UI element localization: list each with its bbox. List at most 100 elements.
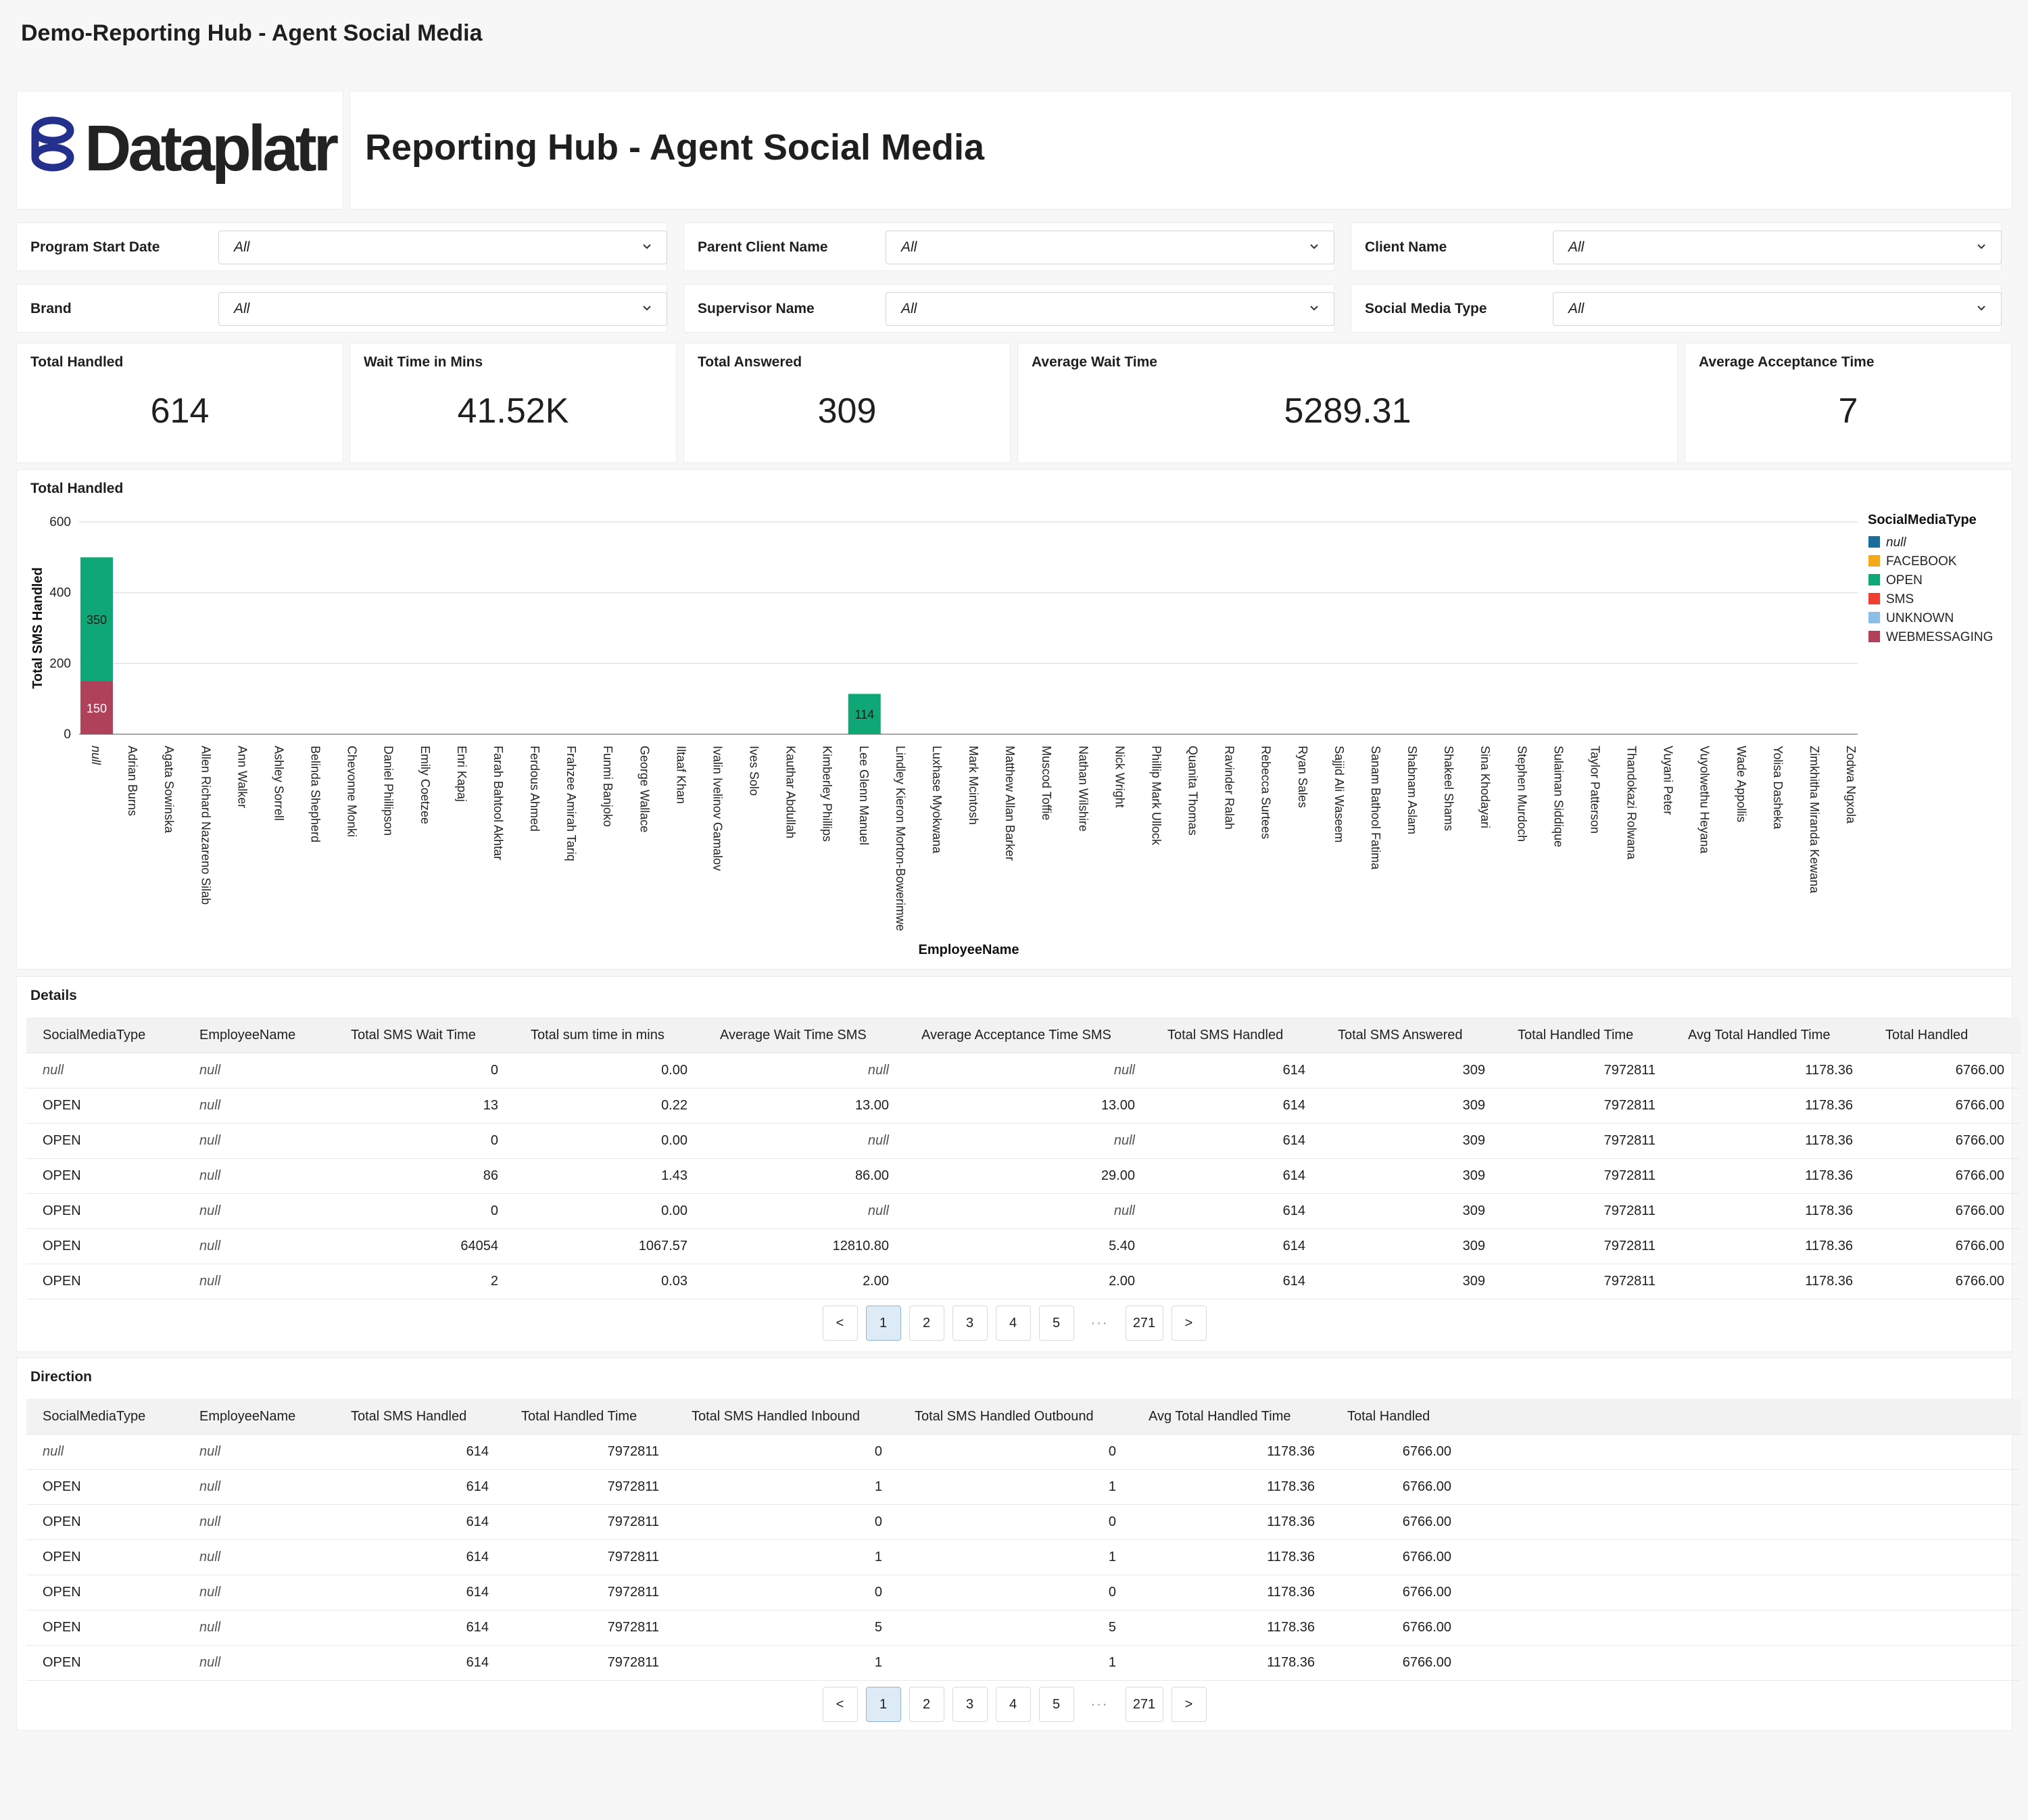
page-button-2[interactable]: 2 <box>909 1306 944 1341</box>
table-row[interactable]: OPEN null 0 0.00 null null 614 309 7972811 1178.3… <box>26 1193 2021 1229</box>
page-button-1[interactable]: 1 <box>865 1687 901 1722</box>
select-value: All <box>1568 239 1585 255</box>
brand-select[interactable]: All <box>218 292 667 326</box>
table-row[interactable]: OPEN null 614 7972811 1 1 1178.36 6766.00 <box>26 1539 2021 1575</box>
x-tick-label: Ferdous Ahmed <box>528 746 541 832</box>
x-tick-label: Enri Kapaj <box>455 746 468 802</box>
legend-label-facebook: FACEBOOK <box>1886 554 1957 569</box>
table-row[interactable]: null null 0 0.00 null null 614 309 7972811 1178.3… <box>26 1053 2021 1088</box>
column-header-socialmediatype[interactable]: SocialMediaType <box>26 1017 183 1053</box>
table-cell-total-sms-handled: 614 <box>335 1434 505 1470</box>
column-header-total-handled-time[interactable]: Total Handled Time <box>505 1399 675 1435</box>
column-header-total-sms-wait-time[interactable]: Total SMS Wait Time <box>335 1017 514 1053</box>
table-row[interactable]: OPEN null 614 7972811 1 1 1178.36 6766.00 <box>26 1469 2021 1505</box>
table-cell-socialmediatype: null <box>26 1434 183 1470</box>
program-start-date-select[interactable]: All <box>218 231 667 264</box>
supervisor-name-select[interactable]: All <box>886 292 1334 326</box>
table-cell-avg-total-handled-time: 1178.36 <box>1672 1088 1869 1124</box>
next-page-button[interactable]: > <box>1171 1687 1207 1722</box>
table-cell-avg-total-handled-time: 1178.36 <box>1132 1434 1331 1470</box>
column-header-average-acceptance-time-sms[interactable]: Average Acceptance Time SMS <box>905 1017 1151 1053</box>
page-button-5[interactable]: 5 <box>1038 1306 1074 1341</box>
x-tick-label: Sina Khodayari <box>1478 746 1492 828</box>
kpi-average-acceptance-time: Average Acceptance Time 7 <box>1685 343 2012 463</box>
page-button-last[interactable]: 271 <box>1125 1687 1163 1722</box>
legend-swatch-facebook <box>1868 555 1880 567</box>
x-tick-label: Zimkhitha Miranda Kewana <box>1808 746 1821 894</box>
data-label: 114 <box>854 708 874 721</box>
prev-page-button[interactable]: < <box>822 1306 858 1341</box>
table-cell-total-sms-handled: 614 <box>1151 1193 1322 1229</box>
column-header-total-sms-handled[interactable]: Total SMS Handled <box>335 1399 505 1435</box>
column-header-avg-total-handled-time[interactable]: Avg Total Handled Time <box>1132 1399 1331 1435</box>
social-media-type-select[interactable]: All <box>1553 292 2002 326</box>
x-tick-label: Belinda Shepherd <box>309 746 322 842</box>
page-button-4[interactable]: 4 <box>995 1306 1031 1341</box>
filter-program-start-date: Program Start Date All <box>16 222 667 271</box>
table-row[interactable]: OPEN null 64054 1067.57 12810.80 5.40 614 309 79… <box>26 1228 2021 1264</box>
table-cell-total-sms-wait-time: 64054 <box>335 1228 514 1264</box>
y-tick-label: 400 <box>49 586 71 600</box>
page-button-4[interactable]: 4 <box>995 1687 1031 1722</box>
table-cell-total-sms-handled: 614 <box>1151 1228 1322 1264</box>
table-cell-employeename: null <box>183 1193 335 1229</box>
page-button-5[interactable]: 5 <box>1038 1687 1074 1722</box>
table-cell-total-sms-answered: 309 <box>1322 1088 1501 1124</box>
column-header-total-sms-handled-inbound[interactable]: Total SMS Handled Inbound <box>675 1399 898 1435</box>
table-row[interactable]: OPEN null 2 0.03 2.00 2.00 614 309 7972811 1178.3… <box>26 1264 2021 1299</box>
column-header-avg-total-handled-time[interactable]: Avg Total Handled Time <box>1672 1017 1869 1053</box>
table-row[interactable]: OPEN null 614 7972811 0 0 1178.36 6766.00 <box>26 1575 2021 1610</box>
x-tick-label: Lindley Kieron Morton-Bowerimwe <box>894 746 907 931</box>
page-button-last[interactable]: 271 <box>1125 1306 1163 1341</box>
x-tick-label: Ryan Sales <box>1296 746 1309 808</box>
x-tick-label: Shakeel Shams <box>1442 746 1455 831</box>
table-cell-total-sum-time-in-mins: 1.43 <box>514 1158 704 1194</box>
table-cell-filler <box>1468 1504 2021 1540</box>
x-tick-label: Sulaiman Siddique <box>1551 746 1565 847</box>
table-row[interactable]: OPEN null 0 0.00 null null 614 309 7972811 1178.3… <box>26 1123 2021 1159</box>
table-cell-total-handled-time: 7972811 <box>1501 1158 1672 1194</box>
filter-label: Supervisor Name <box>698 301 815 316</box>
column-header-socialmediatype[interactable]: SocialMediaType <box>26 1399 183 1435</box>
table-row[interactable]: OPEN null 614 7972811 5 5 1178.36 6766.00 <box>26 1610 2021 1646</box>
table-cell-total-sms-handled: 614 <box>335 1645 505 1681</box>
column-header-employeename[interactable]: EmployeeName <box>183 1017 335 1053</box>
table-row[interactable]: OPEN null 614 7972811 1 1 1178.36 6766.00 <box>26 1645 2021 1681</box>
table-cell-total-handled: 6766.00 <box>1869 1158 2021 1194</box>
column-header-total-sms-handled-outbound[interactable]: Total SMS Handled Outbound <box>898 1399 1132 1435</box>
table-row[interactable]: null null 614 7972811 0 0 1178.36 6766.00 <box>26 1434 2021 1470</box>
column-header-total-sum-time-in-mins[interactable]: Total sum time in mins <box>514 1017 704 1053</box>
chevron-down-icon <box>1977 244 1985 249</box>
column-header-total-handled[interactable]: Total Handled <box>1331 1399 1468 1435</box>
table-cell-total-sms-handled: 614 <box>1151 1088 1322 1124</box>
column-header-total-handled-time[interactable]: Total Handled Time <box>1501 1017 1672 1053</box>
table-cell-total-handled-time: 7972811 <box>505 1434 675 1470</box>
parent-client-name-select[interactable]: All <box>886 231 1334 264</box>
x-tick-label: Sanam Bathool Fatima <box>1369 746 1382 870</box>
kpi-value: 614 <box>150 391 210 431</box>
x-tick-label: Ann Walker <box>235 746 249 808</box>
table-cell-average-wait-time-sms: 86.00 <box>704 1158 905 1194</box>
page-button-3[interactable]: 3 <box>952 1687 988 1722</box>
table-cell-total-handled-time: 7972811 <box>505 1645 675 1681</box>
page-button-1[interactable]: 1 <box>865 1306 901 1341</box>
client-name-select[interactable]: All <box>1553 231 2002 264</box>
column-header-total-handled[interactable]: Total Handled <box>1869 1017 2021 1053</box>
prev-page-button[interactable]: < <box>822 1687 858 1722</box>
page-button-2[interactable]: 2 <box>909 1687 944 1722</box>
table-row[interactable]: OPEN null 614 7972811 0 0 1178.36 6766.00 <box>26 1504 2021 1540</box>
table-cell-total-handled: 6766.00 <box>1869 1053 2021 1088</box>
table-row[interactable]: OPEN null 13 0.22 13.00 13.00 614 309 7972811 117… <box>26 1088 2021 1124</box>
x-axis-title: EmployeeName <box>919 942 1019 957</box>
page-button-3[interactable]: 3 <box>952 1306 988 1341</box>
table-cell-total-handled-time: 7972811 <box>505 1469 675 1505</box>
column-header-employeename[interactable]: EmployeeName <box>183 1399 335 1435</box>
next-page-button[interactable]: > <box>1171 1306 1207 1341</box>
column-header-average-wait-time-sms[interactable]: Average Wait Time SMS <box>704 1017 905 1053</box>
table-row[interactable]: OPEN null 86 1.43 86.00 29.00 614 309 7972811 117… <box>26 1158 2021 1194</box>
x-tick-label: Funmi Banjoko <box>601 746 614 827</box>
column-header-total-sms-answered[interactable]: Total SMS Answered <box>1322 1017 1501 1053</box>
legend-swatch-null <box>1868 536 1880 548</box>
x-tick-label: Sajjid Ali Waseem <box>1332 746 1346 842</box>
column-header-total-sms-handled[interactable]: Total SMS Handled <box>1151 1017 1322 1053</box>
